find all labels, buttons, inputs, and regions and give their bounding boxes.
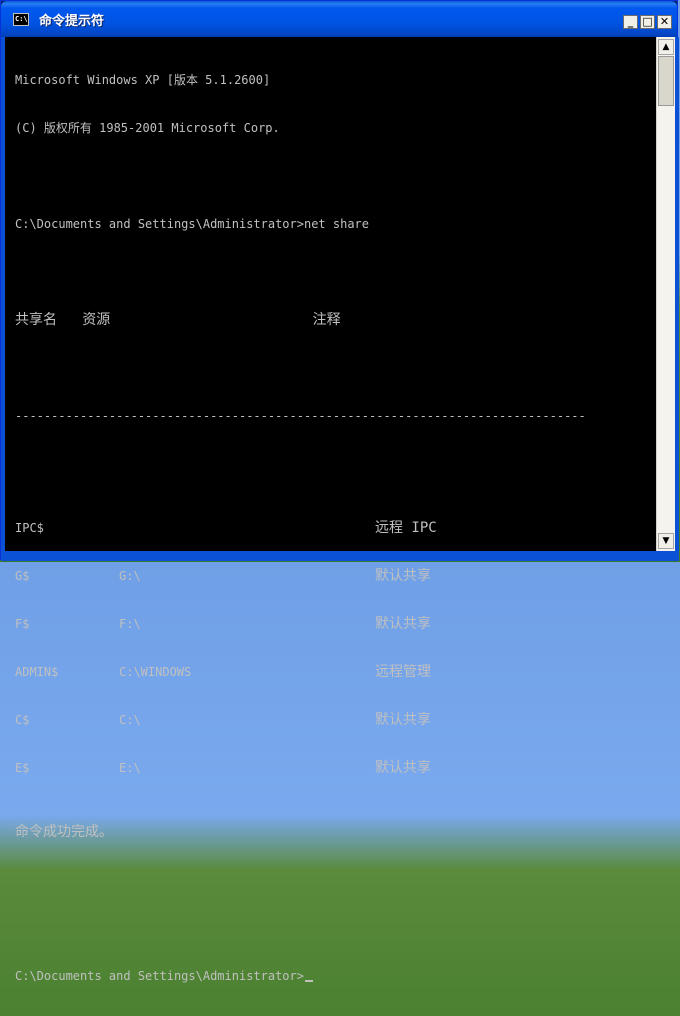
share-resource: C:\WINDOWS (119, 665, 192, 679)
scroll-down-button[interactable]: ▼ (658, 533, 674, 549)
share-remark: 默认共享 (375, 712, 431, 728)
share-row: G$ G:\ 默认共享 (15, 568, 651, 584)
share-name: ADMIN$ (15, 665, 59, 679)
text-cursor (304, 980, 313, 982)
share-remark: 默认共享 (375, 568, 431, 584)
share-name: E$ (15, 761, 30, 775)
share-name: IPC$ (15, 521, 44, 535)
share-remark: 默认共享 (375, 616, 431, 632)
prompt-line[interactable]: C:\Documents and Settings\Administrator> (15, 968, 651, 984)
console-app-icon[interactable]: C:\ (13, 13, 29, 26)
share-name: F$ (15, 617, 30, 631)
share-name: C$ (15, 713, 30, 727)
column-headers: 共享名 资源 注释 (15, 312, 341, 328)
separator-line: ----------------------------------------… (15, 409, 586, 423)
share-remark: 默认共享 (375, 760, 431, 776)
maximize-button[interactable]: □ (640, 15, 655, 29)
share-row: IPC$ 远程 IPC (15, 520, 651, 536)
window-frame-right (675, 37, 679, 557)
cmd-window: C:\ 命令提示符 _ □ ✕ Microsoft Windows XP [版本… (0, 0, 679, 983)
scroll-up-button[interactable]: ▲ (658, 39, 674, 55)
share-remark: 远程管理 (375, 664, 431, 680)
copyright-line: (C) 版权所有 1985-2001 Microsoft Corp. (15, 121, 280, 135)
share-row: ADMIN$ C:\WINDOWS 远程管理 (15, 664, 651, 680)
command-line: C:\Documents and Settings\Administrator>… (15, 217, 370, 231)
title-bar[interactable]: C:\ 命令提示符 _ □ ✕ (1, 1, 677, 37)
prompt-text: C:\Documents and Settings\Administrator> (15, 969, 304, 983)
share-resource: C:\ (119, 713, 141, 727)
share-row: E$ E:\ 默认共享 (15, 760, 651, 776)
share-remark: 远程 IPC (375, 520, 437, 536)
window-title: 命令提示符 (39, 14, 105, 29)
close-button[interactable]: ✕ (657, 15, 672, 29)
share-name: G$ (15, 569, 30, 583)
console-text: Microsoft Windows XP [版本 5.1.2600] (C) 版… (15, 40, 651, 1016)
scroll-thumb[interactable] (658, 56, 674, 106)
version-line: Microsoft Windows XP [版本 5.1.2600] (15, 73, 271, 87)
share-resource: E:\ (119, 761, 141, 775)
minimize-button[interactable]: _ (623, 15, 638, 29)
share-row: C$ C:\ 默认共享 (15, 712, 651, 728)
result-message: 命令成功完成。 (15, 824, 113, 840)
share-row: F$ F:\ 默认共享 (15, 616, 651, 632)
share-resource: F:\ (119, 617, 141, 631)
share-resource: G:\ (119, 569, 141, 583)
vertical-scrollbar[interactable]: ▲ ▼ (656, 37, 675, 551)
console-output-area[interactable]: Microsoft Windows XP [版本 5.1.2600] (C) 版… (5, 37, 656, 983)
